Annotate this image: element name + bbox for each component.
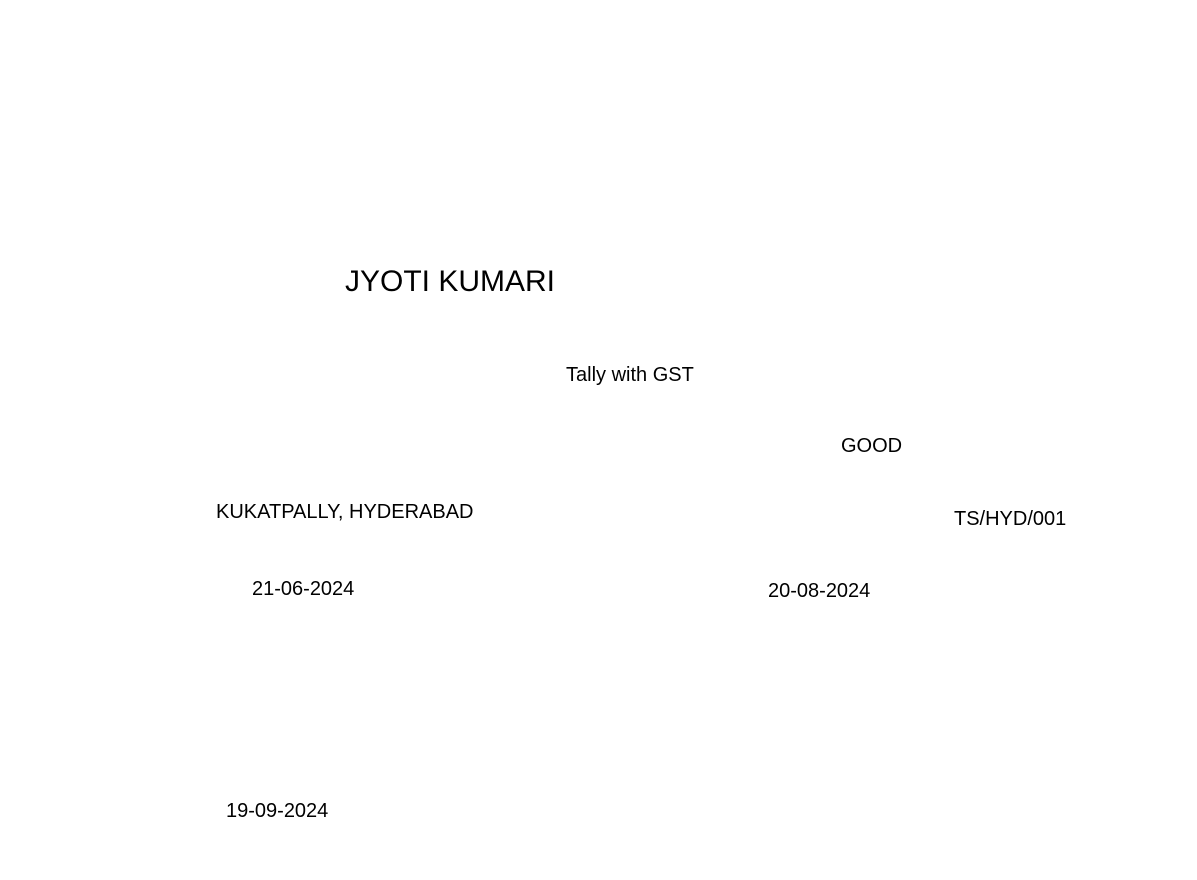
center-location: KUKATPALLY, HYDERABAD xyxy=(216,501,474,523)
student-name: JYOTI KUMARI xyxy=(345,265,556,298)
end-date: 20-08-2024 xyxy=(768,580,871,602)
grade-value: GOOD xyxy=(841,435,903,457)
issue-date: 19-09-2024 xyxy=(226,800,329,822)
course-name: Tally with GST xyxy=(566,364,694,386)
center-code: TS/HYD/001 xyxy=(954,508,1067,530)
start-date: 21-06-2024 xyxy=(252,578,355,600)
